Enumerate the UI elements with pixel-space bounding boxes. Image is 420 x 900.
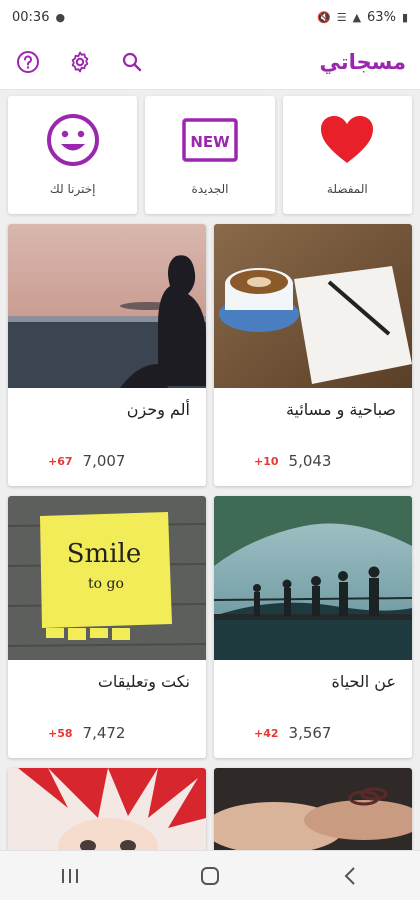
smile-note-image: Smile to go (8, 496, 206, 660)
anime-character-image (8, 768, 206, 858)
search-icon[interactable] (118, 48, 146, 76)
card-title: نكت وتعليقات (97, 672, 190, 691)
card-delta: +67 (48, 454, 73, 468)
smiley-icon (43, 112, 103, 168)
new-badge-icon: NEW (180, 112, 240, 168)
notification-icon: ● (55, 10, 66, 24)
card-pain-sadness[interactable]: ألم وحزن +67 7,007 (8, 224, 206, 486)
card-delta: +58 (48, 726, 73, 740)
card-jokes-comments[interactable]: Smile to go نكت وتعليقات +58 7,472 (8, 496, 206, 758)
card-stats: +10 5,043 (254, 452, 331, 470)
card-partial-hands[interactable] (214, 768, 412, 858)
card-stats: +67 7,007 (48, 452, 125, 470)
category-grid: صباحية و مسائية +10 5,043 ألم وحزن +67 7… (8, 224, 412, 858)
status-bar: 00:36 ● 🔇 ☰ ▲ 63% ▮ (0, 0, 420, 34)
card-stats: +58 7,472 (48, 724, 125, 742)
note-text: Smile (67, 539, 141, 569)
card-title: صباحية و مسائية (285, 400, 396, 419)
category-picked[interactable]: إخترنا لك (8, 96, 138, 214)
bridge-people-image (214, 496, 412, 660)
status-right: 🔇 ☰ ▲ 63% ▮ (317, 10, 408, 25)
card-count: 7,007 (82, 452, 126, 470)
category-label: المفضلة (326, 182, 368, 196)
card-count: 7,472 (82, 724, 126, 742)
silhouette-sea-image (8, 224, 206, 388)
heart-icon (317, 112, 377, 168)
note-subtext: to go (88, 576, 124, 592)
card-count: 3,567 (288, 724, 332, 742)
system-nav-bar (0, 850, 420, 900)
back-icon[interactable] (330, 861, 370, 891)
settings-icon[interactable] (66, 48, 94, 76)
battery-icon: ▮ (401, 10, 408, 24)
category-row: المفضلة NEW الجديدة إخترنا لك (8, 96, 412, 214)
card-count: 5,043 (288, 452, 332, 470)
battery-level: 63% (367, 9, 396, 25)
category-label: إخترنا لك (49, 182, 96, 196)
card-about-life[interactable]: عن الحياة +42 3,567 (214, 496, 412, 758)
wifi-icon: ☰ (336, 10, 347, 24)
card-delta: +42 (254, 726, 279, 740)
card-partial-anime[interactable] (8, 768, 206, 858)
coffee-notebook-image (214, 224, 412, 388)
card-title: ألم وحزن (126, 400, 190, 419)
category-label: الجديدة (191, 182, 229, 196)
svg-text:NEW: NEW (190, 133, 230, 151)
mute-icon: 🔇 (316, 10, 331, 24)
category-favorites[interactable]: المفضلة (282, 96, 412, 214)
card-morning-evening[interactable]: صباحية و مسائية +10 5,043 (214, 224, 412, 486)
category-new[interactable]: NEW الجديدة (145, 96, 275, 214)
app-bar-actions (14, 48, 146, 76)
status-time: 00:36 (12, 9, 50, 25)
card-delta: +10 (254, 454, 279, 468)
help-icon[interactable] (14, 48, 42, 76)
app-bar: مسجاتي (0, 34, 420, 90)
recents-icon[interactable] (50, 861, 90, 891)
signal-icon: ▲ (352, 10, 362, 24)
home-icon[interactable] (190, 861, 230, 891)
card-title: عن الحياة (331, 672, 396, 691)
card-stats: +42 3,567 (254, 724, 331, 742)
status-left: 00:36 ● (12, 10, 65, 25)
app-title: مسجاتي (319, 49, 406, 74)
hands-image (214, 768, 412, 858)
